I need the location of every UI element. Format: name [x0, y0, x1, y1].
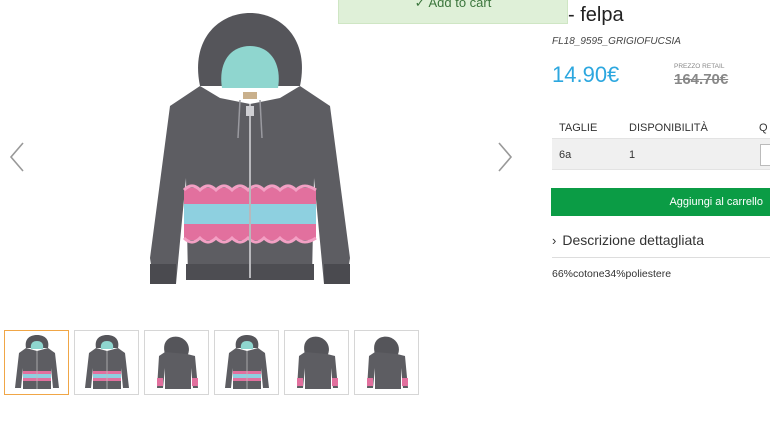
gallery-next-arrow[interactable]	[494, 140, 516, 174]
hoodie-back-thumb	[296, 336, 338, 389]
sizes-table: TAGLIE DISPONIBILITÀ Q 6a 1	[552, 116, 770, 170]
retail-price-label: PREZZO RETAIL	[674, 63, 725, 70]
hoodie-front-thumb	[84, 334, 129, 389]
chevron-right-icon: ›	[552, 233, 557, 248]
hoodie-front-thumb	[224, 334, 269, 389]
header-taglie: TAGLIE	[559, 122, 598, 134]
thumbnail-5[interactable]	[284, 330, 349, 395]
add-to-cart-button[interactable]: Aggiungi al carrello	[551, 188, 770, 216]
availability-cell: 1	[629, 149, 636, 161]
description-toggle[interactable]: › Descrizione dettagliata	[552, 232, 770, 258]
description-label: Descrizione dettagliata	[562, 232, 704, 248]
product-main-image	[130, 8, 370, 290]
thumbnail-6[interactable]	[354, 330, 419, 395]
product-composition: 66%cotone34%poliestere	[552, 268, 672, 280]
product-sku: FL18_9595_GRIGIOFUCSIA	[552, 36, 681, 47]
chevron-right-icon	[498, 142, 513, 172]
header-disponibilita: DISPONIBILITÀ	[629, 122, 708, 134]
gallery-prev-arrow[interactable]	[6, 140, 28, 174]
thumbnail-4[interactable]	[214, 330, 279, 395]
cart-notification-toast: ✓ Add to cart	[338, 0, 568, 24]
retail-price: 164.70€	[674, 71, 729, 88]
quantity-input[interactable]	[760, 144, 770, 166]
product-price: 14.90€	[552, 62, 620, 87]
size-cell: 6a	[559, 149, 572, 161]
thumbnail-1[interactable]	[4, 330, 69, 395]
hoodie-back-thumb	[156, 336, 198, 389]
hoodie-back-thumb	[366, 336, 408, 389]
hoodie-front-thumb	[14, 334, 59, 389]
thumbnail-3[interactable]	[144, 330, 209, 395]
header-quantita: Q	[759, 122, 768, 134]
table-row: 6a 1	[552, 138, 770, 170]
sizes-table-header: TAGLIE DISPONIBILITÀ Q	[552, 116, 770, 138]
thumbnail-2[interactable]	[74, 330, 139, 395]
thumbnail-strip	[4, 330, 419, 395]
chevron-left-icon	[9, 142, 24, 172]
hoodie-front-image	[150, 13, 350, 284]
product-title: - felpa	[568, 4, 624, 26]
